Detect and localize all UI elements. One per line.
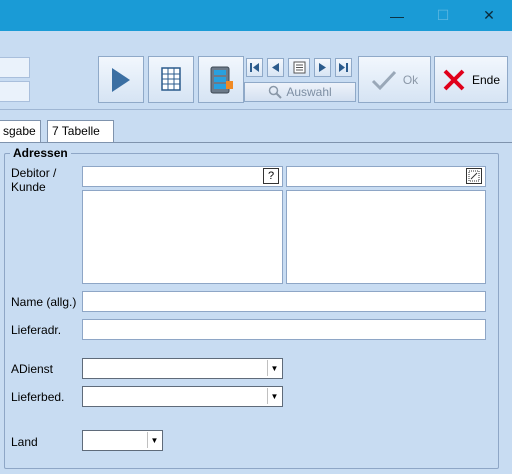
next-icon <box>319 63 326 72</box>
database-button[interactable] <box>198 56 244 103</box>
first-record-button[interactable] <box>246 58 263 77</box>
left-field-stub-2[interactable] <box>0 81 30 102</box>
ende-button[interactable]: Ende <box>434 56 508 103</box>
magnifier-icon <box>269 85 283 99</box>
minimize-button[interactable]: — <box>374 0 420 31</box>
maximize-icon: ☐ <box>436 7 450 23</box>
tab-ausgabe-label: sgabe <box>3 124 36 138</box>
tab-tabelle-label: 7 Tabelle <box>52 124 100 138</box>
lieferbed-label: Lieferbed. <box>11 390 65 404</box>
minimize-icon: — <box>390 7 404 24</box>
kunde-input[interactable] <box>286 166 486 187</box>
name-label: Name (allg.) <box>11 295 77 309</box>
ok-label: Ok <box>402 72 419 87</box>
next-record-button[interactable] <box>314 58 331 77</box>
name-input[interactable] <box>82 291 486 312</box>
table-view-button[interactable] <box>148 56 194 103</box>
auswahl-label: Auswahl <box>286 85 332 99</box>
kunde-address-box[interactable] <box>286 190 486 284</box>
lieferadr-label: Lieferadr. <box>11 323 62 337</box>
title-bar: — ☐ ✕ <box>0 0 512 31</box>
group-title: Adressen <box>10 146 71 160</box>
maximize-button[interactable]: ☐ <box>420 0 466 31</box>
land-label: Land <box>11 435 38 449</box>
table-icon <box>161 66 181 91</box>
ok-button[interactable]: Ok <box>358 56 431 103</box>
first-icon <box>250 63 259 72</box>
dotted-box-icon <box>468 170 480 182</box>
chevron-down-icon[interactable]: ▼ <box>267 388 281 404</box>
lieferbed-select[interactable]: ▼ <box>82 386 283 407</box>
ende-label: Ende <box>471 72 501 87</box>
prev-record-button[interactable] <box>267 58 284 77</box>
close-button[interactable]: ✕ <box>466 0 512 31</box>
chevron-down-icon[interactable]: ▼ <box>147 432 161 448</box>
lieferadr-input[interactable] <box>82 319 486 340</box>
land-select[interactable]: ▼ <box>82 430 163 451</box>
kunde-lookup-button[interactable] <box>466 168 482 184</box>
close-icon: ✕ <box>483 7 495 23</box>
checkmark-icon <box>371 70 396 90</box>
x-icon <box>443 69 465 90</box>
debitor-address-box[interactable] <box>82 190 283 284</box>
last-icon <box>339 63 348 72</box>
adienst-select[interactable]: ▼ <box>82 358 283 379</box>
debitor-label-line1: Debitor / <box>11 166 57 180</box>
debitor-label-line2: Kunde <box>11 180 46 194</box>
adienst-label: ADienst <box>11 362 54 376</box>
chevron-down-icon[interactable]: ▼ <box>267 360 281 376</box>
tab-tabelle[interactable]: 7 Tabelle <box>47 120 114 142</box>
debitor-input[interactable] <box>82 166 283 187</box>
debitor-lookup-button[interactable]: ? <box>263 168 279 184</box>
auswahl-button[interactable]: Auswahl <box>244 82 356 102</box>
left-field-stub-1[interactable] <box>0 57 30 78</box>
question-icon: ? <box>267 170 275 182</box>
tab-ausgabe[interactable]: sgabe <box>0 120 41 142</box>
prev-icon <box>272 63 279 72</box>
last-record-button[interactable] <box>335 58 352 77</box>
record-list-button[interactable] <box>288 58 310 77</box>
play-icon <box>112 67 130 92</box>
list-icon <box>293 61 305 74</box>
database-icon <box>210 66 233 93</box>
play-button[interactable] <box>98 56 144 103</box>
